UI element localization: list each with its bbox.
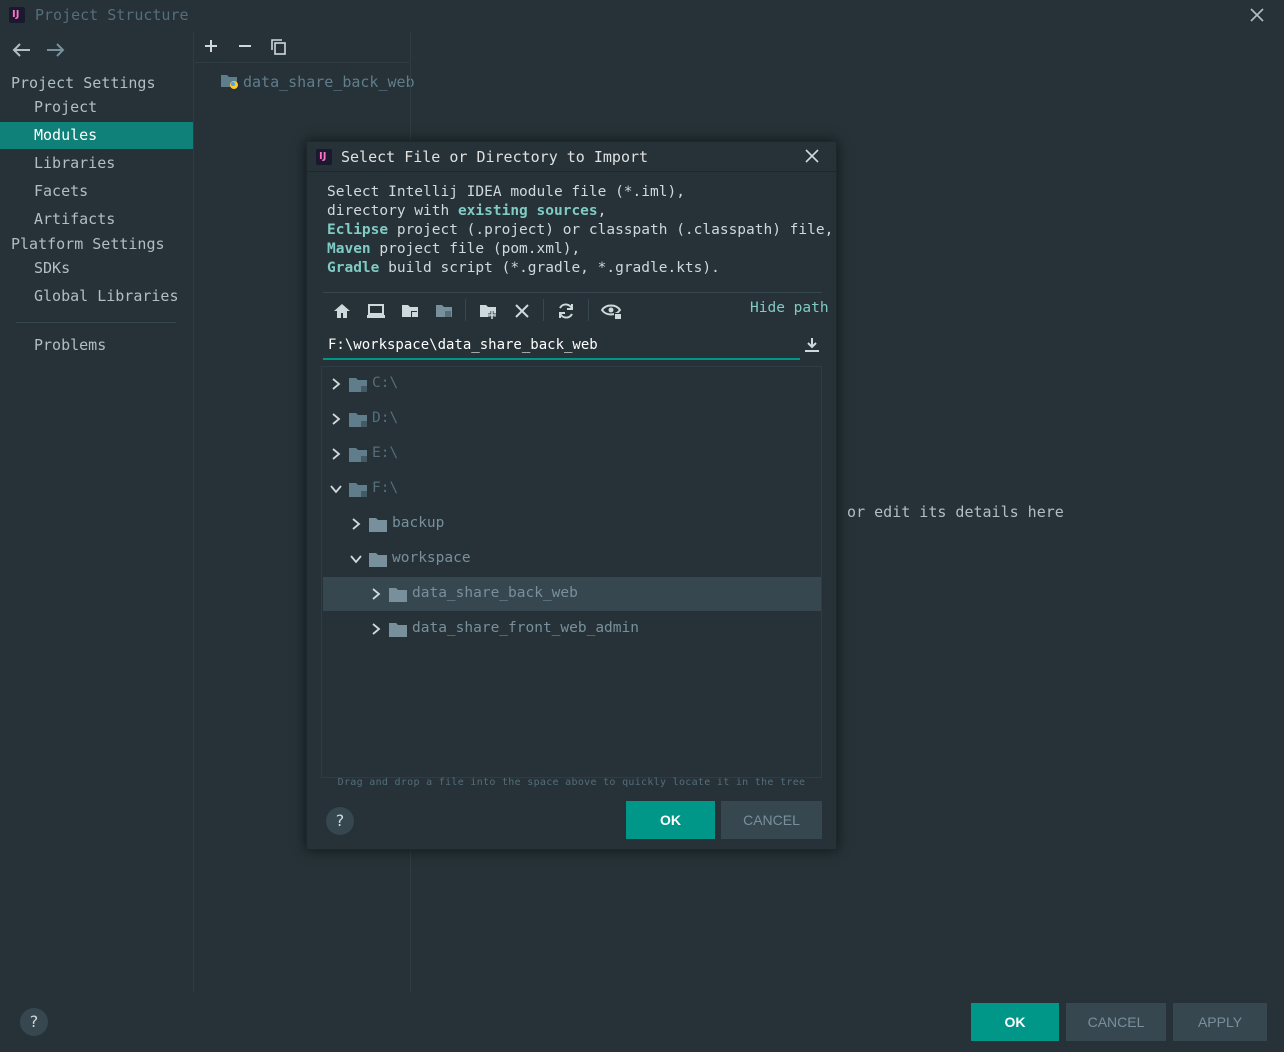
description-highlight: Eclipse: [327, 222, 389, 238]
tree-node-label: E:\: [372, 445, 399, 461]
dialog-help-button[interactable]: ?: [326, 807, 354, 835]
chevron-down-icon[interactable]: [329, 482, 343, 496]
copy-module-icon[interactable]: [270, 38, 288, 56]
folder-icon: [389, 587, 407, 602]
project-settings-header: Project Settings: [11, 74, 156, 92]
ok-button[interactable]: OK: [971, 1003, 1059, 1041]
tree-node-label: D:\: [372, 410, 399, 426]
chevron-right-icon[interactable]: [329, 447, 343, 461]
remove-module-icon[interactable]: [237, 38, 253, 54]
folder-icon: [369, 517, 387, 532]
sidebar-item-facets[interactable]: Facets: [0, 178, 193, 205]
dialog-title: Select File or Directory to Import: [341, 148, 649, 166]
python-module-folder-icon: [220, 72, 240, 92]
close-dialog-icon[interactable]: [804, 148, 820, 164]
drag-drop-hint: Drag and drop a file into the space abov…: [337, 777, 806, 788]
sidebar-item-artifacts[interactable]: Artifacts: [0, 206, 193, 233]
chevron-down-icon[interactable]: [349, 552, 363, 566]
tree-node-label: backup: [392, 515, 445, 531]
intellij-app-icon: IJ: [316, 149, 332, 165]
dialog-cancel-button[interactable]: CANCEL: [721, 801, 822, 839]
tree-node-label: C:\: [372, 375, 399, 391]
toolbar-separator: [465, 299, 466, 321]
tree-node-label: data_share_front_web_admin: [412, 620, 639, 636]
window-title: Project Structure: [35, 6, 189, 24]
tree-node-workspace[interactable]: workspace: [323, 542, 821, 576]
chevron-right-icon[interactable]: [349, 517, 363, 531]
new-folder-icon[interactable]: [478, 301, 498, 321]
chevron-right-icon[interactable]: [329, 412, 343, 426]
drive-folder-icon: [349, 447, 367, 462]
tree-node-data-share-front-web-admin[interactable]: data_share_front_web_admin: [323, 612, 821, 646]
chevron-right-icon[interactable]: [329, 377, 343, 391]
chevron-right-icon[interactable]: [369, 587, 383, 601]
dialog-ok-button[interactable]: OK: [626, 801, 715, 839]
drive-folder-icon: [349, 482, 367, 497]
toolbar-separator: [543, 299, 544, 321]
sidebar-item-libraries[interactable]: Libraries: [0, 150, 193, 177]
toolbar-separator: [588, 299, 589, 321]
path-input[interactable]: [323, 332, 800, 360]
tree-node-backup[interactable]: backup: [323, 507, 821, 541]
description-line: ,: [597, 203, 607, 219]
tree-node-drive-c[interactable]: C:\: [323, 367, 821, 401]
intellij-app-icon: IJ: [9, 7, 25, 23]
download-icon[interactable]: [802, 335, 822, 355]
apply-button[interactable]: APPLY: [1173, 1003, 1267, 1041]
description-highlight: Maven: [327, 241, 371, 257]
forward-arrow-icon[interactable]: [45, 40, 67, 60]
drive-folder-icon: [349, 412, 367, 427]
sidebar-divider: [16, 322, 176, 323]
dialog-description: Select Intellij IDEA module file (*.iml)…: [327, 183, 833, 278]
title-bar: IJ Project Structure: [0, 0, 1284, 32]
delete-icon[interactable]: [512, 301, 532, 321]
description-line: Select Intellij IDEA module file (*.iml)…: [327, 184, 685, 200]
tree-node-label: workspace: [392, 550, 471, 566]
back-arrow-icon[interactable]: [10, 40, 32, 60]
show-hidden-files-icon[interactable]: [601, 301, 622, 321]
project-folder-icon[interactable]: [400, 301, 420, 321]
help-button[interactable]: ?: [20, 1008, 48, 1036]
description-line: project file (pom.xml),: [370, 241, 581, 257]
tree-node-label: F:\: [372, 480, 399, 496]
module-item[interactable]: data_share_back_web: [243, 73, 415, 91]
description-highlight: Gradle: [327, 260, 380, 276]
file-tree[interactable]: C:\ D:\ E:\ F:\ backup workspace data_sh…: [321, 366, 822, 778]
description-line: directory with: [327, 203, 458, 219]
detail-hint-text: / or edit its details here: [829, 503, 1064, 521]
cancel-button[interactable]: CANCEL: [1066, 1003, 1166, 1041]
file-chooser-toolbar: [323, 292, 822, 328]
add-module-icon[interactable]: [203, 38, 219, 54]
home-icon[interactable]: [332, 301, 352, 321]
sidebar-item-project[interactable]: Project: [0, 94, 193, 121]
drive-folder-icon: [349, 377, 367, 392]
description-line: build script (*.gradle, *.gradle.kts).: [379, 260, 720, 276]
sidebar-item-global-libraries[interactable]: Global Libraries: [0, 283, 193, 310]
import-dialog: IJ Select File or Directory to Import Se…: [306, 141, 837, 850]
hide-path-link[interactable]: Hide path: [750, 300, 829, 316]
tree-node-data-share-back-web[interactable]: data_share_back_web: [323, 577, 821, 611]
module-toolbar-divider: [195, 62, 409, 63]
tree-node-drive-f[interactable]: F:\: [323, 472, 821, 506]
platform-settings-header: Platform Settings: [11, 235, 165, 253]
description-line: project (.project) or classpath (.classp…: [388, 222, 834, 238]
sidebar-item-problems[interactable]: Problems: [0, 332, 193, 359]
sidebar-splitter[interactable]: [193, 32, 194, 992]
sidebar-item-sdks[interactable]: SDKs: [0, 255, 193, 282]
refresh-icon[interactable]: [556, 301, 576, 321]
dialog-title-bar: IJ Select File or Directory to Import: [307, 142, 836, 172]
desktop-icon[interactable]: [366, 301, 386, 321]
tree-node-drive-e[interactable]: E:\: [323, 437, 821, 471]
description-highlight: existing sources: [457, 203, 598, 219]
module-folder-icon[interactable]: [434, 301, 454, 321]
sidebar-item-modules[interactable]: Modules: [0, 122, 193, 149]
folder-icon: [389, 622, 407, 637]
tree-node-label: data_share_back_web: [412, 585, 578, 601]
folder-icon: [369, 552, 387, 567]
tree-node-drive-d[interactable]: D:\: [323, 402, 821, 436]
close-window-icon[interactable]: [1248, 6, 1266, 24]
chevron-right-icon[interactable]: [369, 622, 383, 636]
